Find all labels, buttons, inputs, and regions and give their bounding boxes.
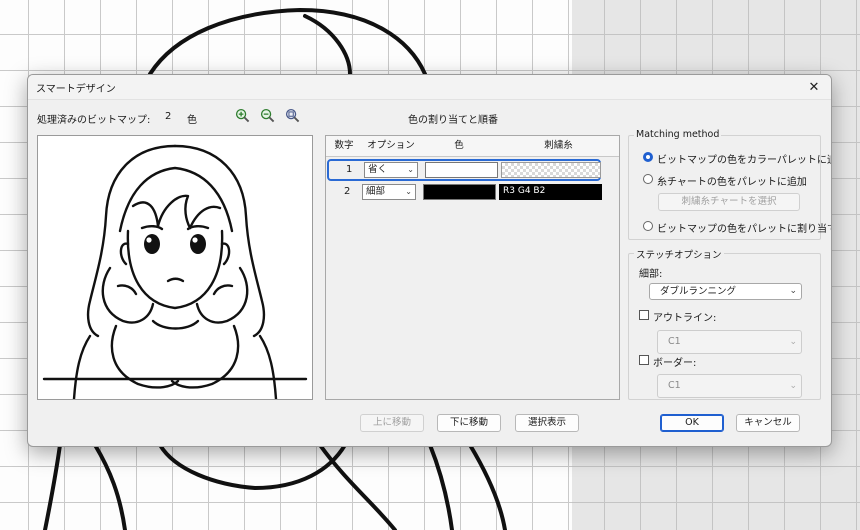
- border-value: C1: [668, 380, 681, 391]
- chevron-down-icon: ⌄: [405, 187, 412, 196]
- close-icon: ✕: [808, 79, 820, 95]
- ok-button[interactable]: OK: [660, 414, 724, 432]
- outline-label[interactable]: アウトライン:: [653, 309, 716, 324]
- option-select-value: 省く: [368, 164, 388, 175]
- column-header-thread[interactable]: 刺繍糸: [498, 136, 619, 157]
- detail-stitch-dropdown[interactable]: ダブルランニング ⌄: [649, 283, 802, 300]
- radio-label[interactable]: ビットマップの色をカラーパレットに追加: [657, 151, 831, 166]
- column-header-number[interactable]: 数字: [326, 136, 363, 157]
- thread-cell-empty[interactable]: [501, 162, 601, 178]
- column-header-color[interactable]: 色: [420, 136, 499, 157]
- column-header-option[interactable]: オプション: [362, 136, 421, 157]
- zoom-out-button[interactable]: [258, 106, 276, 124]
- color-swatch[interactable]: [425, 162, 498, 178]
- chevron-down-icon: ⌄: [789, 381, 797, 391]
- radio-add-bitmap-colors[interactable]: [643, 152, 653, 162]
- zoom-in-icon: [235, 108, 249, 122]
- show-selection-button[interactable]: 選択表示: [515, 414, 579, 432]
- chevron-down-icon: ⌄: [789, 337, 797, 347]
- option-select-value: 細部: [366, 186, 386, 197]
- matching-method-title: Matching method: [634, 129, 722, 140]
- detail-label: 細部:: [639, 269, 663, 280]
- color-table-title: 色の割り当てと順番: [408, 115, 498, 126]
- stitch-options-title: ステッチオプション: [634, 247, 724, 261]
- chevron-down-icon: ⌄: [407, 165, 414, 174]
- radio-add-chart-colors[interactable]: [643, 174, 653, 184]
- border-dropdown[interactable]: C1 ⌄: [657, 374, 802, 398]
- select-thread-chart-button[interactable]: 刺繍糸チャートを選択: [658, 193, 800, 211]
- radio-label[interactable]: ビットマップの色をパレットに割り当てる: [657, 220, 831, 235]
- cancel-button[interactable]: キャンセル: [736, 414, 800, 432]
- zoom-fit-button[interactable]: [283, 106, 301, 124]
- outline-checkbox[interactable]: [639, 310, 649, 320]
- bitmap-label: 処理済みのビットマップ:: [37, 115, 151, 126]
- option-select[interactable]: 細部 ⌄: [362, 184, 416, 200]
- row-number: 1: [346, 164, 353, 175]
- outline-value: C1: [668, 336, 681, 347]
- girl-illustration: [42, 144, 308, 399]
- bitmap-color-count: 2: [165, 111, 172, 122]
- zoom-out-icon: [260, 108, 274, 122]
- matching-method-group: Matching method ビットマップの色をカラーパレットに追加 糸チャー…: [628, 129, 831, 240]
- bitmap-preview: [37, 135, 313, 400]
- dialog-title: スマートデザイン: [36, 84, 116, 95]
- option-select[interactable]: 省く ⌄: [364, 162, 418, 178]
- radio-label[interactable]: 糸チャートの色をパレットに追加: [657, 173, 807, 188]
- row-number: 2: [344, 186, 351, 197]
- title-bar: スマートデザイン ✕: [28, 75, 831, 100]
- thread-cell[interactable]: R3 G4 B2: [499, 184, 602, 200]
- smart-design-dialog: スマートデザイン ✕ 処理済みのビットマップ: 2 色 色の割り当てと順番 数字…: [27, 74, 832, 447]
- move-down-button[interactable]: 下に移動: [437, 414, 501, 432]
- color-swatch[interactable]: [423, 184, 496, 200]
- color-assignment-table: 数字 オプション 色 刺繍糸 1 省く ⌄ 2 細部 ⌄ R3 G4 B2: [325, 135, 620, 400]
- border-label[interactable]: ボーダー:: [653, 354, 696, 369]
- outline-dropdown[interactable]: C1 ⌄: [657, 330, 802, 354]
- radio-assign-bitmap-colors[interactable]: [643, 221, 653, 231]
- zoom-fit-icon: [285, 108, 299, 122]
- table-row[interactable]: 2 細部 ⌄ R3 G4 B2: [326, 182, 619, 204]
- table-row[interactable]: 1 省く ⌄: [327, 159, 601, 181]
- border-checkbox[interactable]: [639, 355, 649, 365]
- chevron-down-icon: ⌄: [789, 286, 797, 296]
- thread-code: R3 G4 B2: [503, 186, 546, 196]
- close-button[interactable]: ✕: [797, 75, 831, 99]
- bitmap-color-unit: 色: [187, 115, 197, 126]
- move-up-button[interactable]: 上に移動: [360, 414, 424, 432]
- stitch-options-group: ステッチオプション 細部: ダブルランニング ⌄ アウトライン: C1 ⌄ ボー…: [628, 247, 821, 400]
- zoom-in-button[interactable]: [233, 106, 251, 124]
- detail-stitch-value: ダブルランニング: [660, 286, 737, 297]
